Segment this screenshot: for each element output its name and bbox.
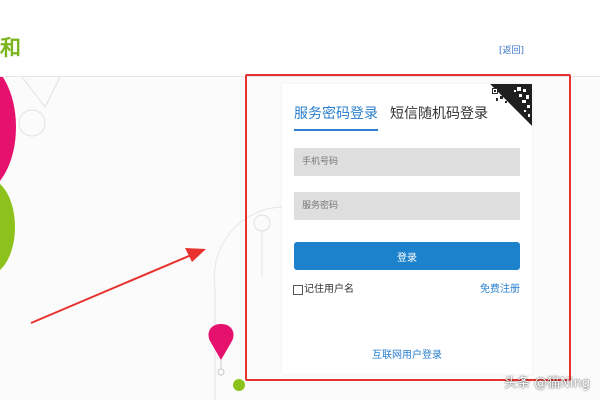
green-shape xyxy=(0,184,15,270)
back-link[interactable]: [返回] xyxy=(499,45,524,57)
login-panel: 服务密码登录 短信随机码登录 登录 记住用户名 xyxy=(282,84,532,374)
site-header: 和 [返回] xyxy=(0,0,600,77)
green-dot-shape xyxy=(233,379,245,391)
service-password-input[interactable] xyxy=(294,192,520,220)
magenta-pin-shape xyxy=(208,324,234,360)
watermark-text: 头条 @猫Ning xyxy=(504,376,590,391)
logo-text: 和 xyxy=(0,36,21,60)
annotation-arrowhead xyxy=(185,248,206,262)
tab-sms-code[interactable]: 短信随机码登录 xyxy=(390,104,488,129)
tab-service-password[interactable]: 服务密码登录 xyxy=(294,104,378,131)
free-register-link[interactable]: 免费注册 xyxy=(480,283,520,297)
internet-user-login-link[interactable]: 互联网用户登录 xyxy=(282,349,532,363)
annotation-arrow xyxy=(30,252,197,324)
magenta-shape xyxy=(0,77,16,181)
remember-username[interactable]: 记住用户名 xyxy=(293,283,354,297)
qr-code-icon[interactable] xyxy=(490,84,532,126)
phone-number-input[interactable] xyxy=(294,148,520,176)
remember-label: 记住用户名 xyxy=(304,284,354,295)
login-button[interactable]: 登录 xyxy=(294,242,520,270)
remember-checkbox[interactable] xyxy=(293,285,303,295)
